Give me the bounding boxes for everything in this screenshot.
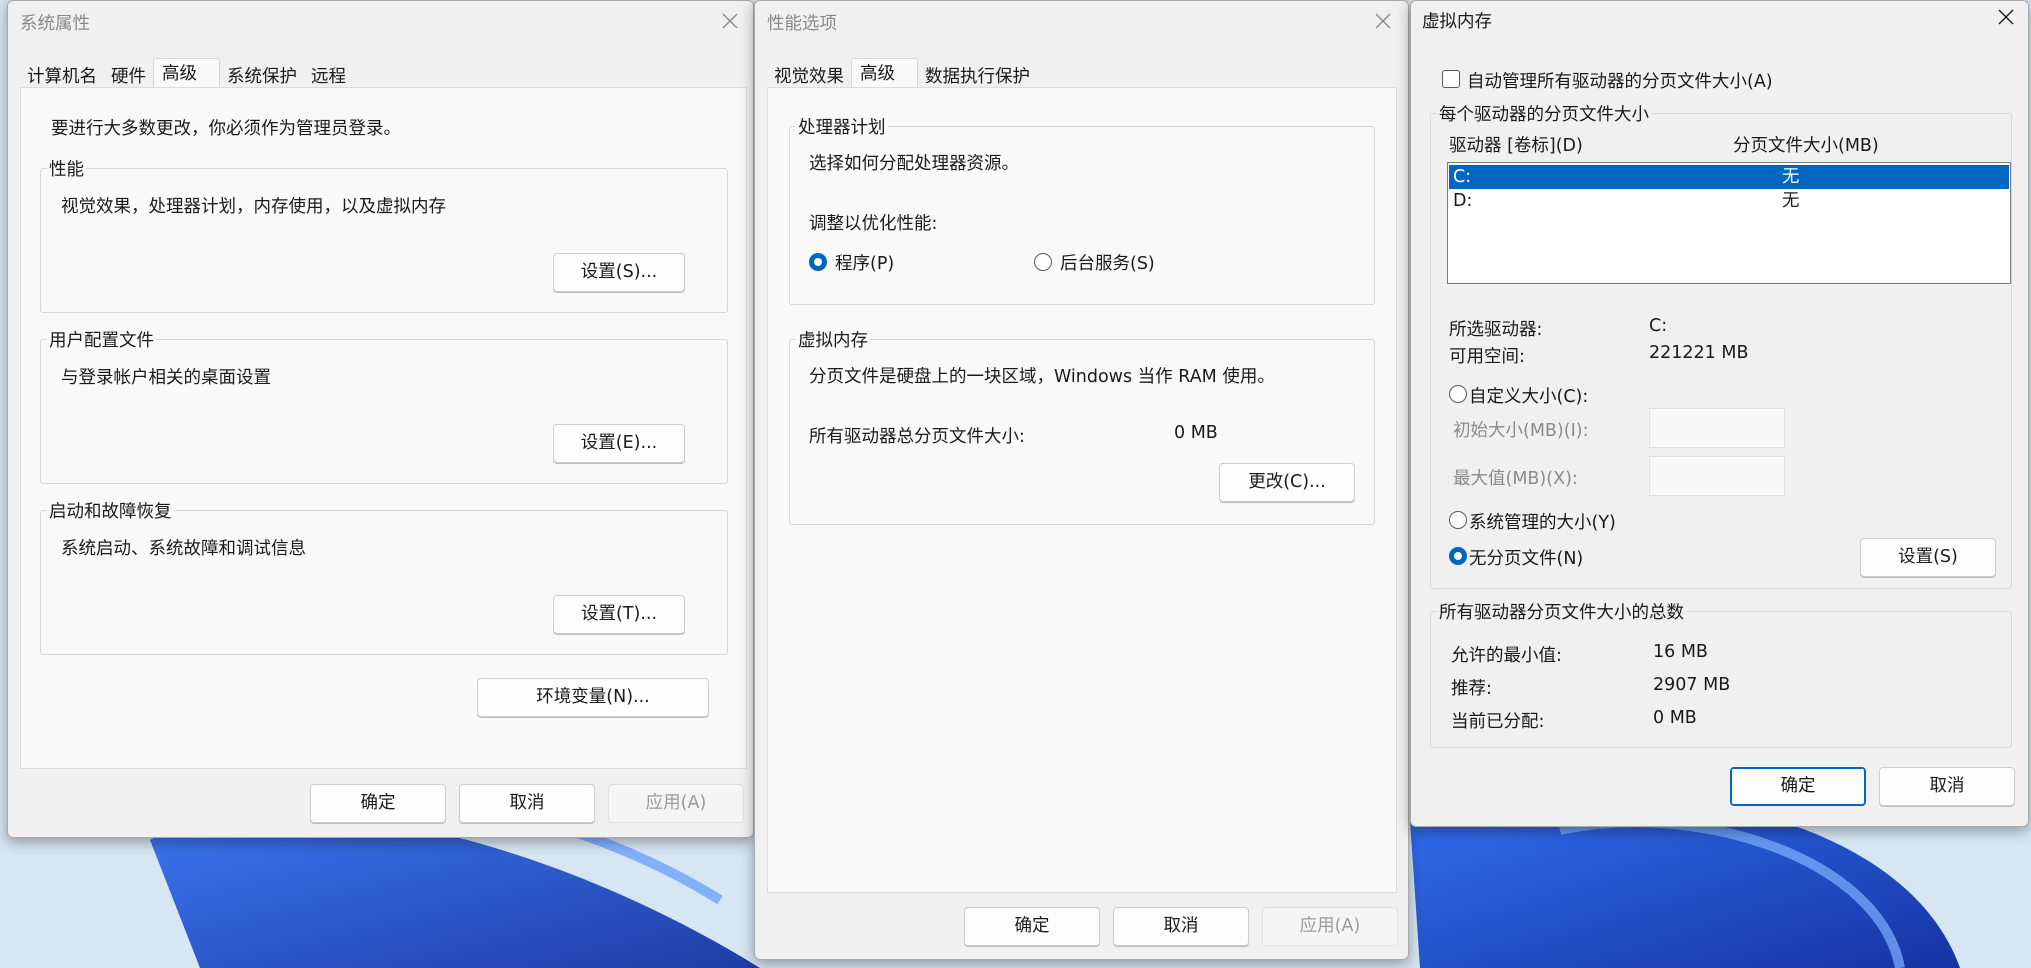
auto-manage-checkbox[interactable] xyxy=(1442,70,1460,88)
tab-panel-advanced: 处理器计划 选择如何分配处理器资源。 调整以优化性能: 程序(P) 后台服务(S… xyxy=(767,87,1397,893)
set-button[interactable]: 设置(S) xyxy=(1860,538,1996,577)
startup-recovery-group: 启动和故障恢复 系统启动、系统故障和调试信息 设置(T)... xyxy=(40,498,728,655)
user-profiles-settings-button[interactable]: 设置(E)... xyxy=(553,424,685,463)
free-space-label: 可用空间: xyxy=(1449,347,1525,367)
max-size-label: 最大值(MB)(X): xyxy=(1453,469,1578,489)
drive-page-size: 无 xyxy=(1782,167,1800,187)
auto-manage-label[interactable]: 自动管理所有驱动器的分页文件大小(A) xyxy=(1467,68,1773,93)
per-drive-group: 每个驱动器的分页文件大小 驱动器 [卷标](D) 分页文件大小(MB) C: 无… xyxy=(1430,101,2012,589)
background-services-radio[interactable] xyxy=(1034,253,1052,271)
dialog-title: 虚拟内存 xyxy=(1422,12,1492,32)
column-header-size: 分页文件大小(MB) xyxy=(1733,136,1879,156)
system-managed-label[interactable]: 系统管理的大小(Y) xyxy=(1469,509,1616,534)
startup-recovery-group-label: 启动和故障恢复 xyxy=(47,498,174,523)
totals-group: 所有驱动器分页文件大小的总数 允许的最小值: 16 MB 推荐: 2907 MB… xyxy=(1430,599,2012,748)
performance-group-label: 性能 xyxy=(47,156,86,181)
selected-drive-value: C: xyxy=(1649,316,1668,336)
performance-desc: 视觉效果，处理器计划，内存使用，以及虚拟内存 xyxy=(61,197,446,217)
no-paging-file-label[interactable]: 无分页文件(N) xyxy=(1469,545,1583,570)
cancel-button[interactable]: 取消 xyxy=(1113,907,1249,946)
close-icon xyxy=(1998,9,2014,25)
admin-note: 要进行大多数更改，你必须作为管理员登录。 xyxy=(51,119,401,139)
cancel-button[interactable]: 取消 xyxy=(1879,767,2015,806)
virtual-memory-desc: 分页文件是硬盘上的一块区域，Windows 当作 RAM 使用。 xyxy=(809,367,1275,387)
custom-size-radio[interactable] xyxy=(1449,385,1467,403)
total-paging-size-value: 0 MB xyxy=(1174,423,1218,443)
column-header-drive: 驱动器 [卷标](D) xyxy=(1449,136,1583,156)
user-profiles-group: 用户配置文件 与登录帐户相关的桌面设置 设置(E)... xyxy=(40,327,728,484)
drive-letter: C: xyxy=(1453,167,1472,187)
startup-recovery-settings-button[interactable]: 设置(T)... xyxy=(553,595,685,634)
allocated-value: 0 MB xyxy=(1653,708,1697,728)
environment-variables-button[interactable]: 环境变量(N)... xyxy=(477,678,709,717)
initial-size-input[interactable] xyxy=(1649,408,1785,448)
recommended-label: 推荐: xyxy=(1451,679,1492,699)
virtual-memory-dialog: 虚拟内存 自动管理所有驱动器的分页文件大小(A) 每个驱动器的分页文件大小 驱动… xyxy=(1410,0,2029,827)
list-item[interactable]: D: 无 xyxy=(1449,189,2009,213)
close-icon xyxy=(722,13,738,29)
scheduling-desc: 选择如何分配处理器资源。 xyxy=(809,154,1019,174)
user-profiles-group-label: 用户配置文件 xyxy=(47,327,156,352)
drive-page-size: 无 xyxy=(1782,191,1800,211)
initial-size-label: 初始大小(MB)(I): xyxy=(1453,421,1589,441)
allocated-label: 当前已分配: xyxy=(1451,712,1545,732)
recommended-value: 2907 MB xyxy=(1653,675,1731,695)
list-item[interactable]: C: 无 xyxy=(1449,165,2009,189)
performance-group: 性能 视觉效果，处理器计划，内存使用，以及虚拟内存 设置(S)... xyxy=(40,156,728,313)
close-button[interactable] xyxy=(713,7,747,35)
tab-panel-advanced: 要进行大多数更改，你必须作为管理员登录。 性能 视觉效果，处理器计划，内存使用，… xyxy=(20,87,747,769)
adjust-for-label: 调整以优化性能: xyxy=(809,214,938,234)
selected-drive-label: 所选驱动器: xyxy=(1449,320,1543,340)
close-button[interactable] xyxy=(1989,3,2023,31)
close-button[interactable] xyxy=(1366,7,1400,35)
free-space-value: 221221 MB xyxy=(1649,343,1749,363)
min-allowed-value: 16 MB xyxy=(1653,642,1708,662)
processor-scheduling-label: 处理器计划 xyxy=(796,114,888,139)
system-managed-radio[interactable] xyxy=(1449,511,1467,529)
virtual-memory-group: 虚拟内存 分页文件是硬盘上的一块区域，Windows 当作 RAM 使用。 所有… xyxy=(789,327,1375,525)
total-paging-size-label: 所有驱动器总分页文件大小: xyxy=(809,427,1025,447)
cancel-button[interactable]: 取消 xyxy=(459,784,595,823)
change-virtual-memory-button[interactable]: 更改(C)... xyxy=(1219,463,1355,502)
ok-button[interactable]: 确定 xyxy=(1730,767,1866,806)
ok-button[interactable]: 确定 xyxy=(964,907,1100,946)
apply-button[interactable]: 应用(A) xyxy=(1262,907,1398,946)
dialog-title: 系统属性 xyxy=(20,14,90,34)
drive-letter: D: xyxy=(1453,191,1473,211)
totals-label: 所有驱动器分页文件大小的总数 xyxy=(1437,599,1686,624)
user-profiles-desc: 与登录帐户相关的桌面设置 xyxy=(61,368,271,388)
startup-recovery-desc: 系统启动、系统故障和调试信息 xyxy=(61,539,306,559)
apply-button[interactable]: 应用(A) xyxy=(608,784,744,823)
performance-settings-button[interactable]: 设置(S)... xyxy=(553,253,685,292)
virtual-memory-label: 虚拟内存 xyxy=(796,327,870,352)
programs-radio-label[interactable]: 程序(P) xyxy=(835,250,894,275)
processor-scheduling-group: 处理器计划 选择如何分配处理器资源。 调整以优化性能: 程序(P) 后台服务(S… xyxy=(789,114,1375,305)
min-allowed-label: 允许的最小值: xyxy=(1451,646,1562,666)
programs-radio[interactable] xyxy=(809,253,827,271)
dialog-title: 性能选项 xyxy=(767,14,837,34)
custom-size-label[interactable]: 自定义大小(C): xyxy=(1469,383,1588,408)
background-services-radio-label[interactable]: 后台服务(S) xyxy=(1060,250,1155,275)
max-size-input[interactable] xyxy=(1649,456,1785,496)
drive-listbox[interactable]: C: 无 D: 无 xyxy=(1447,162,2011,284)
close-icon xyxy=(1375,13,1391,29)
ok-button[interactable]: 确定 xyxy=(310,784,446,823)
performance-options-dialog: 性能选项 视觉效果 高级 数据执行保护 处理器计划 选择如何分配处理器资源。 调… xyxy=(754,0,1409,960)
system-properties-dialog: 系统属性 计算机名 硬件 高级 系统保护 远程 要进行大多数更改，你必须作为管理… xyxy=(7,0,754,838)
no-paging-file-radio[interactable] xyxy=(1449,547,1467,565)
per-drive-label: 每个驱动器的分页文件大小 xyxy=(1437,101,1651,126)
